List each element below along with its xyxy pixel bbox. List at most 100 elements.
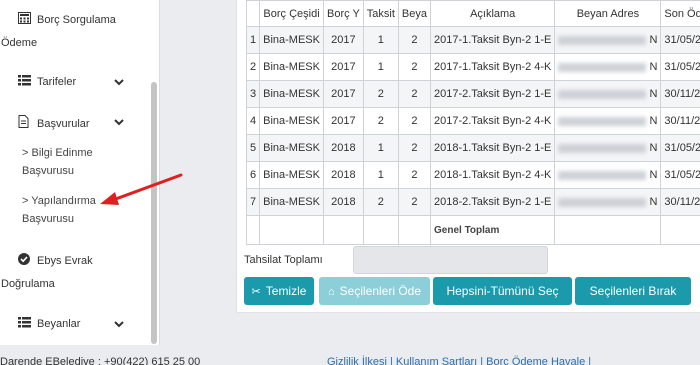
table-header-row: Borç Çeşidi Borç Y Taksit Beya Açıklama … — [245, 0, 700, 27]
sidebar-item-label: Başvurular — [37, 118, 90, 130]
cell-beyan-adres: N — [554, 26, 662, 54]
cell-borc-yili: 2017 — [322, 80, 364, 108]
cell-borc-cesidi: Bina-MESK — [259, 26, 324, 54]
redacted-address — [558, 35, 647, 45]
sidebar-item-label: Tarifeler — [37, 76, 77, 88]
check-circle-icon — [18, 253, 31, 265]
redacted-address — [558, 170, 647, 180]
temizle-button[interactable]: ✂ Temizle — [244, 277, 314, 305]
col-header-taksit[interactable]: Taksit — [362, 0, 399, 27]
cell-beyan-adres: N — [554, 53, 662, 81]
redacted-address — [558, 197, 647, 207]
hepsini-sec-button[interactable]: Hepsini-Tümünü Seç — [433, 277, 572, 305]
sidebar-item-odeme[interactable]: Ödeme — [1, 37, 37, 49]
table-row[interactable]: 1 Bina-MESK 2017 1 2 2017-1.Taksit Byn-2… — [245, 26, 700, 54]
sidebar-item-dogrulama[interactable]: Doğrulama — [1, 278, 55, 290]
cell-beyan: 2 — [397, 134, 432, 162]
cell-beyan: 2 — [397, 80, 432, 108]
cell-son-odeme: 30/11/2017 — [660, 107, 700, 135]
cell-borc-cesidi: Bina-MESK — [259, 80, 324, 108]
col-header-son-odeme[interactable]: Son Ödeme — [660, 0, 700, 27]
table-row[interactable]: 4 Bina-MESK 2017 2 2 2017-2.Taksit Byn-2… — [245, 107, 700, 135]
sidebar-scrollbar[interactable] — [151, 82, 157, 344]
row-number: 7 — [245, 188, 261, 216]
cell-son-odeme: 30/11/2018 — [660, 188, 700, 216]
row-number: 3 — [245, 80, 261, 108]
cell-borc-cesidi: Bina-MESK — [259, 134, 324, 162]
cell-beyan-adres: N — [554, 107, 662, 135]
cell-borc-cesidi: Bina-MESK — [259, 53, 324, 81]
cell-son-odeme: 31/05/2017 — [660, 26, 700, 54]
col-header-borc-cesidi[interactable]: Borç Çeşidi — [259, 0, 324, 27]
chevron-down-icon[interactable] — [113, 117, 125, 127]
cell-borc-yili: 2018 — [322, 188, 364, 216]
debt-panel: Borç Çeşidi Borç Y Taksit Beya Açıklama … — [236, 0, 700, 313]
annotation-arrow-icon — [100, 173, 183, 205]
cell-beyan-adres: N — [554, 80, 662, 108]
cell-borc-yili: 2018 — [322, 161, 364, 189]
debt-table: Borç Çeşidi Borç Y Taksit Beya Açıklama … — [245, 0, 700, 245]
sidebar-subitem-bilgi-edinme[interactable]: > Bilgi Edinme Başvurusu — [22, 144, 93, 180]
cell-borc-cesidi: Bina-MESK — [259, 188, 324, 216]
cell-borc-yili: 2018 — [322, 134, 364, 162]
cell-taksit: 1 — [362, 53, 399, 81]
cell-son-odeme: 31/05/2018 — [660, 161, 700, 189]
row-number: 4 — [245, 107, 261, 135]
sidebar-item-beyanlar[interactable]: Beyanlar — [18, 317, 80, 330]
cell-son-odeme: 31/05/2017 — [660, 53, 700, 81]
sidebar-item-ebys[interactable]: Ebys Evrak — [18, 253, 93, 267]
row-number: 2 — [245, 53, 261, 81]
cell-aciklama: 2018-2.Taksit Byn-2 1-E — [429, 188, 556, 216]
bank-icon: ⌂ — [327, 286, 335, 298]
col-header-beyan[interactable]: Beya — [397, 0, 432, 27]
sidebar-item-basvurular[interactable]: Başvurular — [18, 115, 90, 130]
col-header-aciklama[interactable]: Açıklama — [429, 0, 556, 27]
chevron-down-icon[interactable] — [113, 319, 125, 329]
col-header-borc-yili[interactable]: Borç Y — [322, 0, 364, 27]
sidebar-subitem-label: Başvurusu — [22, 165, 74, 177]
secilenleri-ode-button[interactable]: ⌂ Seçilenleri Öde — [319, 277, 430, 305]
cell-borc-yili: 2017 — [322, 53, 364, 81]
broom-icon: ✂ — [251, 286, 261, 298]
sidebar-item-borc-sorgulama[interactable]: Borç Sorgulama — [18, 12, 116, 26]
cell-borc-yili: 2017 — [322, 107, 364, 135]
cell-son-odeme: 30/11/2017 — [660, 80, 700, 108]
sidebar-subitem-label: Başvurusu — [22, 213, 74, 225]
sidebar-subitem-yapilandirma[interactable]: > Yapılandırma Başvurusu — [22, 192, 96, 228]
table-total-row: Genel Toplam — [245, 215, 700, 245]
cell-aciklama: 2017-1.Taksit Byn-2 4-K — [429, 53, 556, 81]
tahsilat-total-field — [353, 246, 548, 274]
sidebar-item-label: Beyanlar — [37, 318, 81, 330]
cell-aciklama: 2018-1.Taksit Byn-2 1-E — [429, 134, 556, 162]
sidebar-item-label: Ebys Evrak — [37, 255, 93, 267]
table-row[interactable]: 3 Bina-MESK 2017 2 2 2017-2.Taksit Byn-2… — [245, 80, 700, 108]
table-row[interactable]: 5 Bina-MESK 2018 1 2 2018-1.Taksit Byn-2… — [245, 134, 700, 162]
cell-taksit: 2 — [362, 188, 399, 216]
cell-aciklama: 2017-2.Taksit Byn-2 1-E — [429, 80, 556, 108]
cell-beyan-adres: N — [554, 188, 662, 216]
calculator-icon — [18, 12, 31, 24]
cell-son-odeme: 31/05/2018 — [660, 134, 700, 162]
table-row[interactable]: 2 Bina-MESK 2017 1 2 2017-1.Taksit Byn-2… — [245, 53, 700, 81]
cell-aciklama: 2017-2.Taksit Byn-2 4-K — [429, 107, 556, 135]
table-row[interactable]: 6 Bina-MESK 2018 1 2 2018-1.Taksit Byn-2… — [245, 161, 700, 189]
secilenleri-birak-button[interactable]: Seçilenleri Bırak — [575, 277, 691, 305]
footer-links[interactable]: Gizlilik İlkesi | Kullanım Şartları | Bo… — [327, 356, 591, 365]
cell-beyan: 2 — [397, 107, 432, 135]
redacted-address — [558, 89, 647, 99]
sidebar-subitem-label: > Yapılandırma — [22, 195, 96, 207]
redacted-address — [558, 143, 647, 153]
col-header-select — [245, 0, 261, 27]
list-icon — [18, 75, 31, 86]
chevron-down-icon[interactable] — [113, 77, 125, 87]
table-row[interactable]: 7 Bina-MESK 2018 2 2 2018-2.Taksit Byn-2… — [245, 188, 700, 216]
sidebar-item-tarifeler[interactable]: Tarifeler — [18, 75, 76, 88]
row-number: 6 — [245, 161, 261, 189]
col-header-beyan-adres[interactable]: Beyan Adres — [554, 0, 662, 27]
cell-beyan-adres: N — [554, 161, 662, 189]
genel-toplam-label: Genel Toplam — [429, 215, 556, 245]
document-icon — [18, 115, 31, 128]
cell-taksit: 2 — [362, 107, 399, 135]
cell-beyan: 2 — [397, 53, 432, 81]
list-icon — [18, 317, 31, 328]
